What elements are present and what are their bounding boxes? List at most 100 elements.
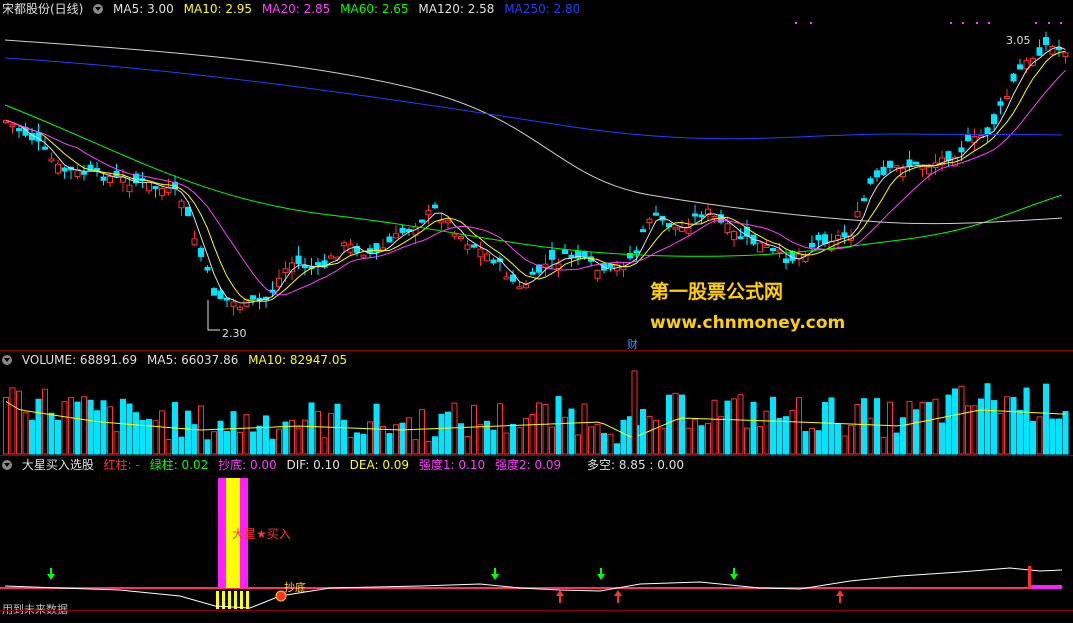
volume-bar (555, 396, 562, 455)
volume-bar (120, 398, 126, 455)
dea-label: DEA: 0.09 (349, 458, 410, 472)
candle-body (737, 236, 744, 240)
candle-body (81, 171, 87, 175)
candle-body (679, 227, 685, 232)
candle-body (295, 255, 302, 265)
volume-bar (159, 410, 165, 455)
ma120-label: MA120: 2.58 (418, 2, 495, 16)
down-arrow-icon (491, 574, 499, 580)
indicator-name[interactable]: 大星买入选股 (22, 458, 94, 472)
candle-body (120, 176, 126, 183)
volume-bar (276, 428, 282, 455)
volume-bar (971, 405, 978, 455)
ma20-line (5, 69, 1066, 296)
volume-bar (711, 399, 718, 455)
price-chart-panel[interactable]: 宋都股份(日线) MA5: 3.00 MA10: 2.95 MA20: 2.85… (0, 0, 1073, 351)
volume-bar (360, 433, 367, 455)
volume-bar (945, 394, 952, 455)
volume-bar (250, 431, 256, 455)
candle-body (646, 218, 653, 224)
volume-bar (29, 419, 35, 455)
ma10-line (5, 50, 1066, 302)
volume-bar (1030, 420, 1036, 455)
candle-body (1062, 52, 1069, 57)
volume-panel[interactable]: VOLUME: 68891.69 MA5: 66037.86 MA10: 829… (0, 350, 1073, 456)
ma20-label: MA20: 2.85 (261, 2, 331, 16)
candle-body (315, 262, 321, 266)
ma60-label: MA60: 2.65 (340, 2, 409, 16)
candle-body (16, 128, 22, 132)
low-price-label: 2.30 (222, 327, 247, 340)
volume-bar (347, 436, 354, 455)
candle-body (958, 147, 965, 153)
candle-body (822, 234, 828, 245)
candle-body (451, 233, 458, 237)
candle-body (328, 255, 334, 259)
candle-body (633, 250, 640, 254)
candle-body (757, 242, 763, 253)
volume-bar (22, 412, 29, 455)
bottom-signal-label: 抄底 (284, 581, 306, 594)
volume-bar (107, 406, 113, 455)
candle-body (198, 247, 204, 257)
volume-bar (568, 408, 575, 455)
volume-bar (204, 439, 211, 455)
candle-body (1017, 64, 1023, 70)
volume-bar (1017, 410, 1023, 455)
volume-bar (776, 418, 783, 455)
ma250-line (4, 57, 1063, 140)
signal-dot (1035, 22, 1037, 24)
signal-dot (795, 22, 797, 24)
volume-bar (425, 440, 432, 455)
volume-bar (757, 425, 763, 455)
volume-bar (243, 414, 250, 455)
dropdown-icon[interactable] (2, 355, 12, 365)
signal-dot (1060, 22, 1062, 24)
candlestick-chart[interactable] (0, 0, 1073, 350)
candle-body (607, 263, 614, 268)
volume-bar (926, 402, 932, 455)
volume-bar (185, 410, 191, 455)
candle-body (991, 114, 997, 125)
indicator-chart[interactable] (0, 456, 1073, 611)
stock-name[interactable]: 宋都股份(日线) (2, 2, 83, 16)
candle-body (191, 238, 198, 246)
candle-body (445, 220, 451, 224)
ma10-label: MA10: 2.95 (183, 2, 253, 16)
candle-body (965, 134, 971, 142)
candle-body (341, 242, 347, 247)
volume-bar (490, 429, 497, 455)
candle-body (126, 184, 133, 193)
volume-bar (380, 425, 386, 455)
low-price-pointer (207, 300, 220, 331)
volume-bar (1023, 387, 1030, 455)
volume-bar (477, 424, 484, 455)
candle-body (562, 249, 568, 255)
volume-bar (48, 412, 55, 455)
volume-bar (399, 422, 406, 455)
volume-bar (653, 419, 659, 455)
volume-bar (783, 416, 789, 455)
volume-bar (412, 439, 419, 455)
date-axis (0, 610, 1073, 623)
volume-bar (74, 401, 81, 455)
candle-body (425, 210, 432, 216)
volume-bar (932, 398, 939, 455)
candle-body (386, 236, 393, 243)
volume-bar (1056, 418, 1062, 455)
candle-body (159, 188, 165, 196)
volume-bar (958, 385, 965, 455)
dropdown-icon[interactable] (2, 460, 12, 470)
candle-body (809, 242, 815, 248)
candle-body (867, 178, 874, 184)
volume-bar (68, 397, 74, 455)
dropdown-icon[interactable] (93, 4, 104, 14)
candle-body (672, 226, 679, 230)
volume-bar (354, 432, 360, 455)
indicator-panel[interactable]: 大星买入选股 红柱: - 绿柱: 0.02 抄底: 0.00 DIF: 0.10… (0, 455, 1073, 616)
candle-body (1036, 47, 1043, 56)
volume-bar (341, 419, 347, 455)
volume-bar (880, 436, 887, 455)
bottom-label: 抄底: 0.00 (218, 458, 277, 472)
candle-body (107, 175, 113, 183)
